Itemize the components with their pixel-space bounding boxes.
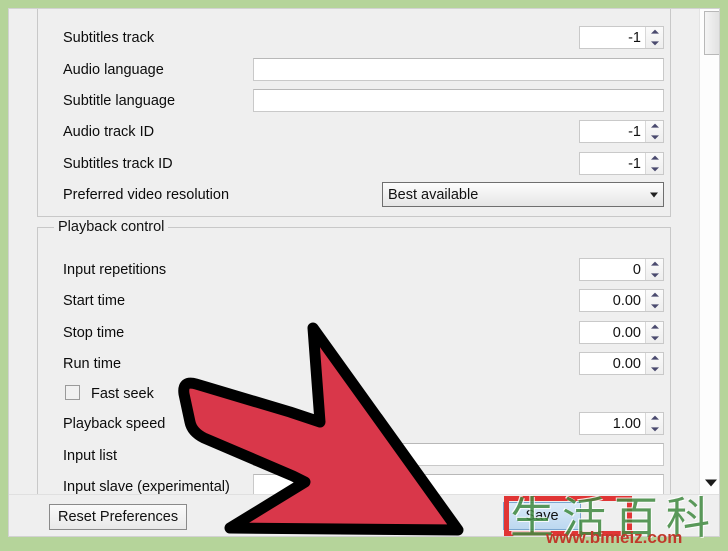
save-button-highlight-box: [504, 496, 632, 536]
scroll-down-arrow-icon[interactable]: [700, 474, 719, 494]
spin-run-time-buttons[interactable]: [645, 353, 663, 374]
chevron-down-icon[interactable]: [646, 132, 663, 143]
spin-playback-speed[interactable]: 1.00: [579, 412, 664, 435]
combo-preferred-video-resolution-value: Best available: [388, 186, 479, 203]
spin-run-time[interactable]: 0.00: [579, 352, 664, 375]
label-input-list: Input list: [63, 448, 117, 464]
vertical-scrollbar[interactable]: [699, 9, 719, 494]
group-playback-control-title: Playback control: [54, 219, 169, 235]
chevron-up-icon[interactable]: [646, 322, 663, 333]
spin-run-time-value: 0.00: [580, 353, 645, 374]
input-input-list[interactable]: [253, 443, 664, 466]
preferences-dialog: Subtitles track -1 Audio language Subtit…: [8, 8, 720, 537]
spin-start-time-buttons[interactable]: [645, 290, 663, 311]
preferences-scroll-area[interactable]: Subtitles track -1 Audio language Subtit…: [9, 9, 719, 497]
chevron-down-icon[interactable]: [646, 301, 663, 312]
spin-input-repetitions-value: 0: [580, 259, 645, 280]
label-run-time: Run time: [63, 356, 122, 372]
chevron-up-icon[interactable]: [646, 153, 663, 164]
label-subtitles-track-id: Subtitles track ID: [63, 156, 173, 172]
spin-subtitles-track-id-buttons[interactable]: [645, 153, 663, 174]
spin-subtitles-track[interactable]: -1: [579, 26, 664, 49]
label-preferred-video-resolution: Preferred video resolution: [63, 187, 230, 203]
spin-subtitles-track-buttons[interactable]: [645, 27, 663, 48]
spin-input-repetitions-buttons[interactable]: [645, 259, 663, 280]
spin-subtitles-track-id-value: -1: [580, 153, 645, 174]
spin-subtitles-track-value: -1: [580, 27, 645, 48]
spin-input-repetitions[interactable]: 0: [579, 258, 664, 281]
chevron-down-icon[interactable]: [646, 424, 663, 435]
chevron-up-icon[interactable]: [646, 353, 663, 364]
label-subtitle-language: Subtitle language: [63, 93, 176, 109]
chevron-up-icon[interactable]: [646, 290, 663, 301]
label-stop-time: Stop time: [63, 325, 125, 341]
chevron-up-icon[interactable]: [646, 259, 663, 270]
spin-audio-track-id[interactable]: -1: [579, 120, 664, 143]
spin-start-time-value: 0.00: [580, 290, 645, 311]
reset-preferences-button[interactable]: Reset Preferences: [49, 504, 188, 530]
spin-start-time[interactable]: 0.00: [579, 289, 664, 312]
label-subtitles-track: Subtitles track: [63, 30, 155, 46]
input-audio-language[interactable]: [253, 58, 664, 81]
chevron-down-icon[interactable]: [646, 270, 663, 281]
chevron-up-icon[interactable]: [646, 121, 663, 132]
scrollbar-thumb[interactable]: [704, 11, 719, 55]
label-input-repetitions: Input repetitions: [63, 262, 167, 278]
spin-audio-track-id-value: -1: [580, 121, 645, 142]
chevron-up-icon[interactable]: [646, 27, 663, 38]
combo-preferred-video-resolution[interactable]: Best available: [382, 182, 664, 207]
label-start-time: Start time: [63, 293, 126, 309]
spin-subtitles-track-id[interactable]: -1: [579, 152, 664, 175]
chevron-down-icon[interactable]: [646, 333, 663, 344]
label-playback-speed: Playback speed: [63, 416, 166, 432]
chevron-up-icon[interactable]: [646, 413, 663, 424]
screenshot-root: Subtitles track -1 Audio language Subtit…: [0, 0, 728, 551]
label-fast-seek: Fast seek: [91, 386, 154, 402]
spin-stop-time-value: 0.00: [580, 322, 645, 343]
spin-playback-speed-value: 1.00: [580, 413, 645, 434]
spin-audio-track-id-buttons[interactable]: [645, 121, 663, 142]
label-audio-language: Audio language: [63, 62, 164, 78]
chevron-down-icon[interactable]: [646, 164, 663, 175]
checkbox-fast-seek[interactable]: [65, 385, 80, 400]
label-audio-track-id: Audio track ID: [63, 124, 155, 140]
chevron-down-icon[interactable]: [646, 38, 663, 49]
chevron-down-icon[interactable]: [646, 364, 663, 375]
input-subtitle-language[interactable]: [253, 89, 664, 112]
spin-stop-time-buttons[interactable]: [645, 322, 663, 343]
spin-stop-time[interactable]: 0.00: [579, 321, 664, 344]
spin-playback-speed-buttons[interactable]: [645, 413, 663, 434]
